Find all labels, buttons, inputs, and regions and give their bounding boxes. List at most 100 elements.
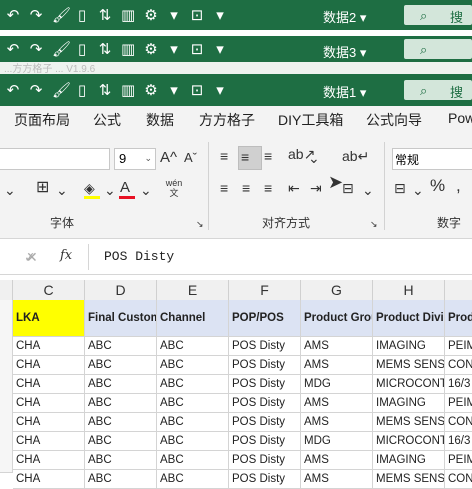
font-name-box[interactable] [0,148,110,170]
font-color-dropdown-icon[interactable]: ⌄ [140,182,152,198]
table-cell[interactable]: ABC [85,451,157,470]
table-cell[interactable]: ABC [157,356,229,375]
table-cell[interactable]: MICROCONT [373,375,445,394]
dialog-launcher-icon[interactable]: ↘ [196,216,204,232]
chart-icon[interactable]: ▥ [121,40,135,58]
column-header-b[interactable] [0,280,13,301]
table-cell[interactable]: CHA [13,375,85,394]
table-cell[interactable]: MICROCONT [373,432,445,451]
table-cell[interactable]: CHA [13,356,85,375]
accounting-dropdown-icon[interactable]: ⌄ [412,182,424,198]
column-header-g[interactable]: G [301,280,373,301]
tab-page-layout[interactable]: 页面布局 [14,110,70,130]
table-cell[interactable]: MDG [301,432,373,451]
dropdown-icon[interactable]: ▾ [167,6,181,24]
fill-color-dropdown-icon[interactable]: ⌄ [104,182,116,198]
dropdown-icon[interactable]: ▾ [213,40,227,58]
table-cell[interactable]: IMAGING [373,394,445,413]
percent-icon[interactable]: % [430,177,445,194]
comma-style-icon[interactable]: , [456,177,461,194]
table-cell[interactable]: ABC [157,394,229,413]
column-header-c[interactable]: C [13,280,85,301]
dropdown-icon[interactable]: ▾ [213,6,227,24]
table-header-cell[interactable]: Product Divis [373,300,445,337]
accounting-format-icon[interactable]: ⊟ [394,180,406,196]
screenshot-icon[interactable]: ⊡ [190,6,204,24]
borders-dropdown-icon[interactable]: ⌄ [56,182,68,198]
sheet-label[interactable]: 数据3 ▾ [323,42,366,61]
merge-center-icon[interactable]: ⊟ [342,180,354,196]
align-center-icon[interactable]: ≡ [242,180,250,196]
table-cell[interactable]: MDG [301,375,373,394]
table-cell[interactable]: 16/3 [445,432,472,451]
table-cell[interactable]: CON [445,413,472,432]
file-icon[interactable]: ▯ [75,40,89,58]
table-cell[interactable]: POS Disty [229,356,301,375]
table-cell[interactable]: ABC [157,337,229,356]
formula-input[interactable]: POS Disty [104,249,174,264]
column-header-h[interactable]: H [373,280,445,301]
table-cell[interactable]: IMAGING [373,451,445,470]
table-cell[interactable]: PEIM [445,451,472,470]
chart-icon[interactable]: ▥ [121,81,135,99]
align-right-icon[interactable]: ≡ [264,180,272,196]
table-cell[interactable]: ABC [157,451,229,470]
dropdown-icon[interactable]: ▾ [167,40,181,58]
sheet-label[interactable]: 数据1 ▾ [323,82,366,101]
table-cell[interactable]: POS Disty [229,413,301,432]
confirm-icon[interactable]: ✓ [24,249,36,265]
dropdown-icon[interactable]: ▾ [213,81,227,99]
redo-icon[interactable]: ↷ [29,6,43,24]
column-header-e[interactable]: E [157,280,229,301]
tab-diy-toolbox[interactable]: DIY工具箱 [278,110,343,130]
tab-data[interactable]: 数据 [146,110,174,130]
dropdown-icon[interactable]: ▾ [167,81,181,99]
table-cell[interactable]: POS Disty [229,451,301,470]
screenshot-icon[interactable]: ⊡ [190,81,204,99]
table-cell[interactable]: CHA [13,337,85,356]
number-format-box[interactable]: 常规 [392,148,472,170]
phonetic-icon[interactable]: wén 文 [165,178,183,198]
table-cell[interactable]: ABC [157,413,229,432]
table-cell[interactable]: AMS [301,451,373,470]
table-cell[interactable]: ABC [85,337,157,356]
sort-icon[interactable]: ⇅ [98,40,112,58]
undo-icon[interactable]: ↶ [6,6,20,24]
borders-icon[interactable]: ⊞ [36,180,49,196]
table-header-cell[interactable]: Final Custom [85,300,157,337]
decrease-indent-icon[interactable]: ⇤ [288,180,300,196]
settings-icon[interactable]: ⚙ [144,81,158,99]
table-cell[interactable]: CHA [13,432,85,451]
table-cell[interactable]: ABC [85,356,157,375]
table-cell[interactable]: 16/3 [445,375,472,394]
orientation-dropdown-icon[interactable]: ⌄ [308,150,320,166]
table-cell[interactable]: POS Disty [229,375,301,394]
table-cell[interactable]: ABC [157,375,229,394]
wrap-text-icon[interactable]: ab↵ [342,148,369,164]
table-cell[interactable]: POS Disty [229,432,301,451]
table-header-cell[interactable]: Product Grou [301,300,373,337]
format-painter-icon[interactable]: 🖌 [52,81,71,99]
decrease-font-icon[interactable]: Aˇ [184,150,197,166]
redo-icon[interactable]: ↷ [29,40,43,58]
table-cell[interactable]: MEMS SENSO [373,413,445,432]
format-painter-icon[interactable]: 🖌 [52,6,71,24]
font-color-icon[interactable]: A [120,180,130,196]
align-left-icon[interactable]: ≡ [220,180,228,196]
insert-function-icon[interactable]: fx [60,248,72,264]
align-bottom-icon[interactable]: ≡ [264,148,272,164]
dialog-launcher-icon[interactable]: ↘ [370,216,378,232]
table-cell[interactable]: IMAGING [373,337,445,356]
table-cell[interactable]: AMS [301,394,373,413]
format-painter-icon[interactable]: 🖌 [52,40,71,58]
table-cell[interactable]: CHA [13,394,85,413]
search-box[interactable]: ⌕ 搜 [404,5,472,25]
table-cell[interactable]: CHA [13,451,85,470]
table-cell[interactable]: PEIM [445,337,472,356]
search-box[interactable]: ⌕ [404,39,472,59]
tab-formulas[interactable]: 公式 [93,110,121,130]
table-cell[interactable]: ABC [157,432,229,451]
redo-icon[interactable]: ↷ [29,81,43,99]
increase-font-icon[interactable]: A^ [160,150,177,166]
undo-icon[interactable]: ↶ [6,81,20,99]
